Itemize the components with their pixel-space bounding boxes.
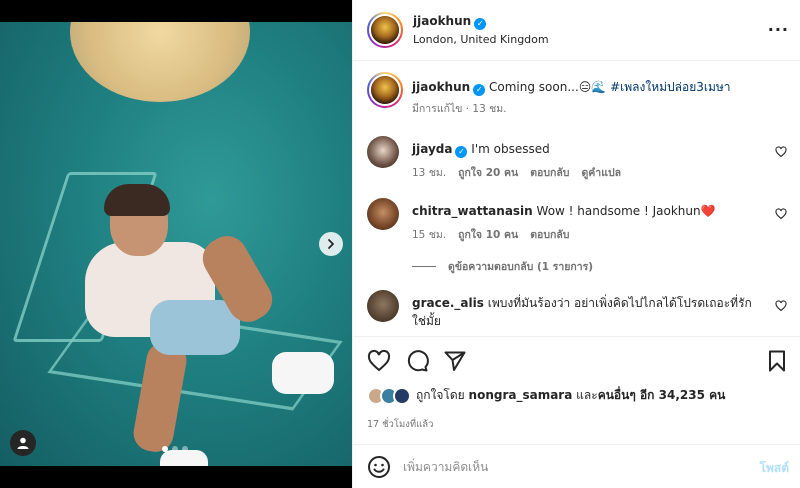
media-panel <box>0 0 352 488</box>
comment-body: Wow ! handsome ! Jaokhun <box>536 204 701 218</box>
commenter-avatar[interactable] <box>367 198 399 230</box>
likes-summary: ถูกใจโดย nongra_samara และคนอื่นๆ อีก 34… <box>367 386 725 405</box>
carousel-dot <box>172 446 178 452</box>
comment-icon[interactable] <box>405 349 429 373</box>
post-actions: ถูกใจโดย nongra_samara และคนอื่นๆ อีก 34… <box>353 336 800 440</box>
caption-meta: มีการแก้ไข · 13 ชม. <box>412 103 507 115</box>
heart-icon[interactable] <box>775 208 787 220</box>
comment-item: jjayda ✓ I'm obsessed 13 ชม. ถูกใจ 20 คน ตอ… <box>367 136 787 180</box>
comment-composer: โพสต์ <box>353 444 800 488</box>
verified-icon: ✓ <box>474 18 487 30</box>
heart-icon[interactable] <box>775 146 787 158</box>
chevron-right-icon <box>328 239 334 249</box>
comment-likes[interactable]: ถูกใจ 20 คน <box>458 167 518 179</box>
post-header: jjaokhun ✓ London, United Kingdom ··· <box>353 0 800 61</box>
post-comment-button[interactable]: โพสต์ <box>760 459 789 478</box>
comment-username[interactable]: chitra_wattanasin <box>412 204 533 218</box>
post-side-panel: jjaokhun ✓ London, United Kingdom ··· jja… <box>352 0 800 488</box>
post-location[interactable]: London, United Kingdom <box>413 33 549 46</box>
caption-username[interactable]: jjaokhun <box>412 80 470 94</box>
comment-time[interactable]: 13 ชม. <box>412 167 446 179</box>
comment-input[interactable] <box>403 454 733 480</box>
likes-text: ถูกใจโดย nongra_samara และคนอื่นๆ อีก 34… <box>416 386 725 405</box>
reply-button[interactable]: ตอบกลับ <box>530 229 569 241</box>
caption-avatar[interactable] <box>367 72 403 108</box>
verified-icon: ✓ <box>455 146 468 158</box>
more-icon: ··· <box>767 20 789 39</box>
heart-icon[interactable] <box>367 349 391 373</box>
bookmark-icon[interactable] <box>765 349 789 373</box>
liker-avatar[interactable] <box>393 386 411 405</box>
caption: jjaokhun ✓ Coming soon...😑🌊 #เพลงใหม่ปล่อ… <box>367 72 787 116</box>
owner-username[interactable]: jjaokhun <box>413 14 471 28</box>
comment-time[interactable]: 15 ชม. <box>412 229 446 241</box>
comment-body: I'm obsessed <box>471 142 550 156</box>
reply-button[interactable]: ตอบกลับ <box>530 167 569 179</box>
photo-shoe <box>272 352 334 394</box>
likes-user[interactable]: nongra_samara <box>469 388 573 402</box>
likes-prefix: ถูกใจโดย <box>416 388 465 402</box>
carousel-indicator <box>162 446 188 452</box>
more-options-button[interactable]: ··· <box>768 20 789 39</box>
owner-avatar[interactable] <box>367 12 403 48</box>
comment-text: chitra_wattanasin Wow ! handsome ! Jaokh… <box>412 202 757 220</box>
comment-meta: 15 ชม. ถูกใจ 10 คน ตอบกลับ <box>412 226 581 243</box>
comment-username[interactable]: jjayda <box>412 142 452 156</box>
commenter-avatar[interactable] <box>367 136 399 168</box>
translate-button[interactable]: ดูคำแปล <box>581 167 621 179</box>
red-heart-emoji: ❤️ <box>700 204 716 218</box>
photo-moon-shape <box>70 22 250 102</box>
verified-icon: ✓ <box>473 84 486 96</box>
comment-text: grace._alis เพบงที่มันร้องว่า อย่าเพิ่งค… <box>412 294 757 330</box>
carousel-next-button[interactable] <box>319 232 343 256</box>
carousel-dot <box>182 446 188 452</box>
photo-person-hair <box>104 184 170 216</box>
comment-item: grace._alis เพบงที่มันร้องว่า อย่าเพิ่งค… <box>367 290 787 334</box>
commenter-avatar[interactable] <box>367 290 399 322</box>
photo-person-shorts <box>150 300 240 355</box>
comments-list: jjaokhun ✓ Coming soon...😑🌊 #เพลงใหม่ปล่อ… <box>353 62 800 335</box>
caption-body: Coming soon...😑🌊 <box>489 80 607 94</box>
share-icon[interactable] <box>443 349 467 373</box>
comment-meta: 13 ชม. ถูกใจ 20 คน ตอบกลับ ดูคำแปล <box>412 164 633 181</box>
comment-item: chitra_wattanasin Wow ! handsome ! Jaokh… <box>367 198 787 242</box>
comment-text: jjayda ✓ I'm obsessed <box>412 140 757 158</box>
post-timestamp[interactable]: 17 ชั่วโมงที่แล้ว <box>367 417 433 432</box>
view-replies-label: ดูข้อความตอบกลับ (1 รายการ) <box>448 261 594 273</box>
photo-shoe <box>160 450 208 466</box>
view-replies-button[interactable]: ดูข้อความตอบกลับ (1 รายการ) <box>412 258 593 275</box>
likes-and: และ <box>576 388 598 402</box>
caption-text: jjaokhun ✓ Coming soon...😑🌊 #เพลงใหม่ปล่อ… <box>412 78 757 96</box>
carousel-dot <box>162 446 168 452</box>
caption-hashtag[interactable]: #เพลงใหม่ปล่อย3เมษา <box>610 80 730 94</box>
comment-username[interactable]: grace._alis <box>412 296 484 310</box>
heart-icon[interactable] <box>775 300 787 312</box>
user-tag-icon <box>17 437 29 449</box>
owner-username-row: jjaokhun ✓ <box>413 14 487 30</box>
replies-divider <box>412 266 436 267</box>
user-tag-button[interactable] <box>10 430 36 456</box>
comment-likes[interactable]: ถูกใจ 10 คน <box>458 229 518 241</box>
likes-others[interactable]: คนอื่นๆ อีก 34,235 คน <box>598 388 726 402</box>
post-dialog: jjaokhun ✓ London, United Kingdom ··· jja… <box>0 0 800 488</box>
emoji-icon[interactable] <box>367 455 391 479</box>
post-photo <box>0 22 352 466</box>
